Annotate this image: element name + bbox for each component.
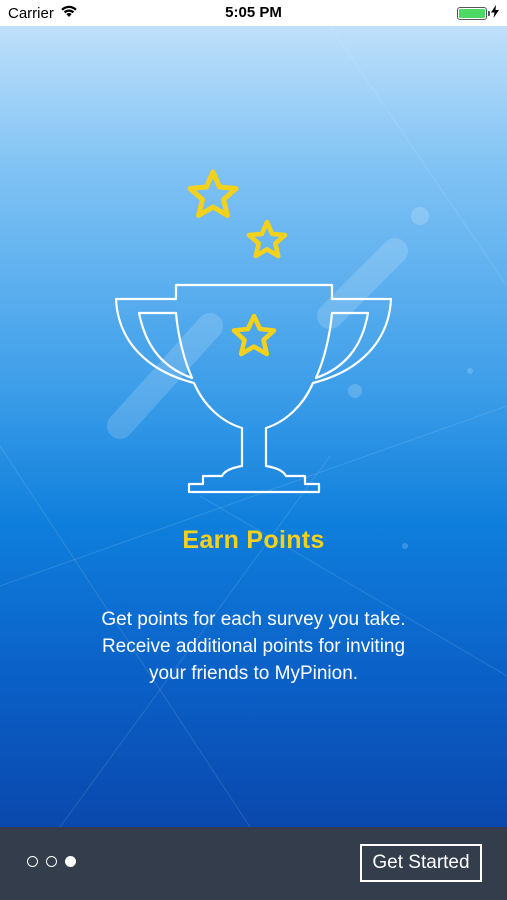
status-bar: Carrier 5:05 PM (0, 0, 507, 26)
get-started-button[interactable]: Get Started (360, 844, 482, 882)
charging-bolt-icon (491, 5, 499, 22)
star-icon (231, 313, 277, 357)
star-icon (246, 219, 288, 259)
status-time: 5:05 PM (225, 4, 282, 21)
status-right (457, 5, 499, 22)
battery-level (459, 9, 485, 18)
page-dot[interactable] (46, 856, 57, 867)
onboarding-page: Earn Points Get points for each survey y… (0, 26, 507, 827)
battery-icon (457, 7, 490, 20)
description-line: your friends to MyPinion. (148, 663, 359, 684)
star-icon (187, 169, 239, 218)
page-indicator (27, 856, 76, 867)
page-title: Earn Points (182, 526, 325, 554)
page-description: Get points for each survey you take. Rec… (40, 606, 467, 687)
description-line: Get points for each survey you take. (101, 609, 406, 630)
bottom-bar: Get Started (0, 827, 507, 900)
trophy-illustration (114, 169, 393, 494)
page-dot[interactable] (27, 856, 38, 867)
description-line: Receive additional points for inviting (101, 636, 406, 657)
page-dot[interactable] (65, 856, 76, 867)
